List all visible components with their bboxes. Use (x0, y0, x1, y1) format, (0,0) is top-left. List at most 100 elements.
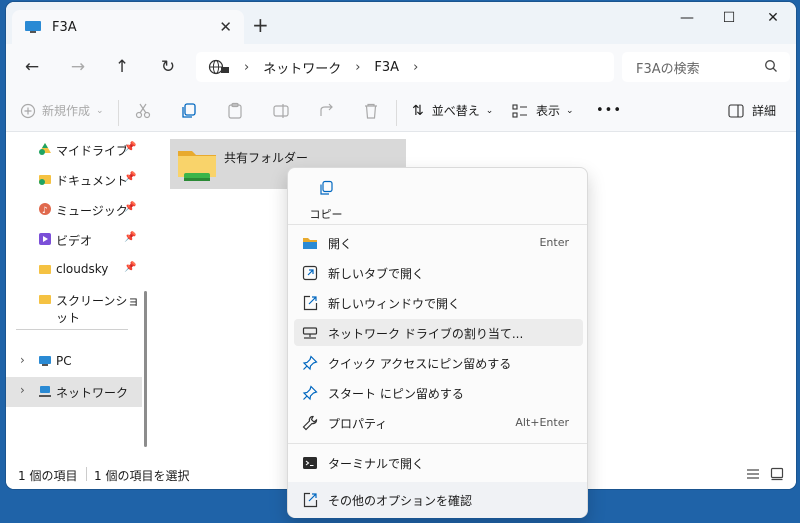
menu-item-open-new-tab[interactable]: 新しいタブで開く (294, 259, 583, 286)
close-button[interactable]: ✕ (758, 10, 788, 26)
monitor-icon (25, 21, 41, 33)
details-view-icon[interactable] (746, 467, 760, 481)
breadcrumb-f3a[interactable]: F3A (374, 60, 399, 75)
sidebar-item-label: ドキュメント (56, 174, 129, 188)
menu-item-show-more-options[interactable]: その他のオプションを確認 (294, 486, 583, 513)
pin-icon: 📌 (124, 202, 137, 213)
sort-icon: ⇅ (412, 102, 424, 119)
svg-text:♪: ♪ (42, 206, 48, 216)
view-list-icon (512, 103, 527, 118)
terminal-icon (303, 457, 317, 469)
sidebar-item-cloudsky[interactable]: cloudsky 📌 (6, 255, 142, 283)
sidebar-item-my-drive[interactable]: マイドライブ 📌 (6, 135, 142, 163)
status-divider (86, 467, 87, 481)
menu-item-properties[interactable]: プロパティ Alt+Enter (294, 409, 583, 436)
folder-label: 共有フォルダー (224, 151, 309, 165)
menu-item-label: スタート にピン留めする (328, 387, 464, 401)
sidebar-item-label: ミュージック (56, 204, 128, 218)
menu-item-open-terminal[interactable]: ターミナルで開く (294, 449, 583, 476)
context-copy-button[interactable]: コピー (306, 178, 346, 221)
minimize-button[interactable]: — (672, 10, 702, 26)
sidebar-item-music[interactable]: ♪ ミュージック 📌 (6, 195, 142, 223)
sidebar-item-screenshots[interactable]: スクリーンショット (6, 285, 142, 325)
sidebar-item-label: PC (56, 354, 72, 368)
tab-close-icon[interactable]: ✕ (219, 18, 232, 36)
pin-icon (302, 355, 318, 371)
pin-icon: 📌 (124, 262, 137, 273)
more-options-icon (303, 492, 318, 508)
chevron-right-icon[interactable]: › (20, 353, 25, 367)
network-drive-icon (302, 327, 318, 339)
sidebar-divider (16, 329, 128, 330)
sidebar-scrollbar[interactable] (144, 291, 147, 447)
pc-icon (39, 356, 51, 366)
menu-item-label: プロパティ (328, 417, 388, 431)
refresh-button[interactable]: ↻ (156, 57, 180, 77)
menu-item-open-new-window[interactable]: 新しいウィンドウで開く (294, 289, 583, 316)
menu-item-label: 新しいタブで開く (328, 267, 425, 281)
new-tab-button[interactable]: + (252, 15, 269, 35)
chevron-down-icon: ⌄ (96, 105, 104, 116)
title-bar: F3A ✕ + — ☐ ✕ (6, 2, 796, 44)
search-icon (765, 60, 777, 72)
context-menu: コピー 開く Enter 新しいタブで開く 新しいウィンドウで開く ネットワーク… (287, 167, 588, 518)
network-folder-icon (178, 151, 216, 181)
menu-item-label: ネットワーク ドライブの割り当て... (328, 327, 524, 341)
back-button[interactable]: ← (20, 57, 44, 77)
chevron-down-icon: ⌄ (566, 105, 574, 116)
menu-item-map-network-drive[interactable]: ネットワーク ドライブの割り当て... (294, 319, 583, 346)
tab-f3a[interactable]: F3A ✕ (12, 10, 244, 44)
rename-icon[interactable] (272, 102, 290, 120)
sort-button[interactable]: ⇅ 並べ替え ⌄ (412, 102, 493, 119)
search-placeholder: F3Aの検索 (636, 61, 700, 77)
delete-icon[interactable] (362, 102, 380, 120)
copy-label: コピー (309, 208, 343, 221)
maximize-button[interactable]: ☐ (714, 10, 744, 26)
forward-button[interactable]: → (66, 57, 90, 77)
menu-divider (288, 224, 587, 225)
sidebar-item-label: cloudsky (56, 262, 109, 276)
pin-icon (302, 385, 318, 401)
menu-item-label: ターミナルで開く (328, 457, 425, 471)
new-button[interactable]: 新規作成 ⌄ (20, 102, 104, 119)
google-drive-icon (39, 143, 51, 155)
network-icon (39, 386, 51, 397)
paste-icon[interactable] (226, 102, 244, 120)
menu-item-label: その他のオプションを確認 (328, 494, 473, 508)
view-button[interactable]: 表示 ⌄ (512, 102, 574, 119)
sidebar-item-network[interactable]: › ネットワーク (6, 377, 142, 407)
item-count: 1 個の項目 (18, 469, 78, 483)
large-icons-view-icon[interactable] (770, 467, 784, 481)
menu-item-pin-quick-access[interactable]: クイック アクセスにピン留めする (294, 349, 583, 376)
menu-item-open[interactable]: 開く Enter (294, 229, 583, 256)
menu-item-label: 新しいウィンドウで開く (328, 297, 461, 311)
toolbar-divider (396, 100, 397, 126)
up-button[interactable]: ↑ (110, 57, 134, 77)
more-options-button[interactable]: ••• (596, 103, 622, 118)
menu-item-pin-start[interactable]: スタート にピン留めする (294, 379, 583, 406)
address-bar[interactable]: › ネットワーク › F3A › (196, 52, 614, 82)
copy-icon[interactable] (180, 102, 198, 120)
new-tab-icon (302, 265, 318, 281)
menu-divider (288, 443, 587, 444)
pin-icon: 📌 (124, 232, 137, 243)
toolbar-divider (118, 100, 119, 126)
tab-title: F3A (52, 19, 77, 35)
cut-icon[interactable] (134, 102, 152, 120)
sidebar-item-pc[interactable]: › PC (6, 347, 142, 375)
search-input[interactable]: F3Aの検索 (622, 52, 790, 82)
pin-icon: 📌 (124, 142, 137, 153)
sidebar-item-label: ネットワーク (56, 386, 129, 400)
selected-count: 1 個の項目を選択 (94, 469, 190, 483)
context-menu-footer: その他のオプションを確認 (288, 482, 587, 518)
pin-icon: 📌 (124, 172, 137, 183)
sidebar-item-videos[interactable]: ビデオ 📌 (6, 225, 142, 253)
breadcrumb-expand[interactable]: › (413, 60, 418, 75)
sort-label: 並べ替え (431, 104, 480, 118)
sidebar-item-documents[interactable]: ドキュメント 📌 (6, 165, 142, 193)
breadcrumb-network[interactable]: ネットワーク (263, 58, 341, 77)
details-button[interactable]: 詳細 (728, 102, 776, 119)
chevron-right-icon[interactable]: › (20, 383, 25, 397)
share-icon[interactable] (318, 102, 336, 120)
sidebar-item-label: ビデオ (56, 234, 93, 248)
